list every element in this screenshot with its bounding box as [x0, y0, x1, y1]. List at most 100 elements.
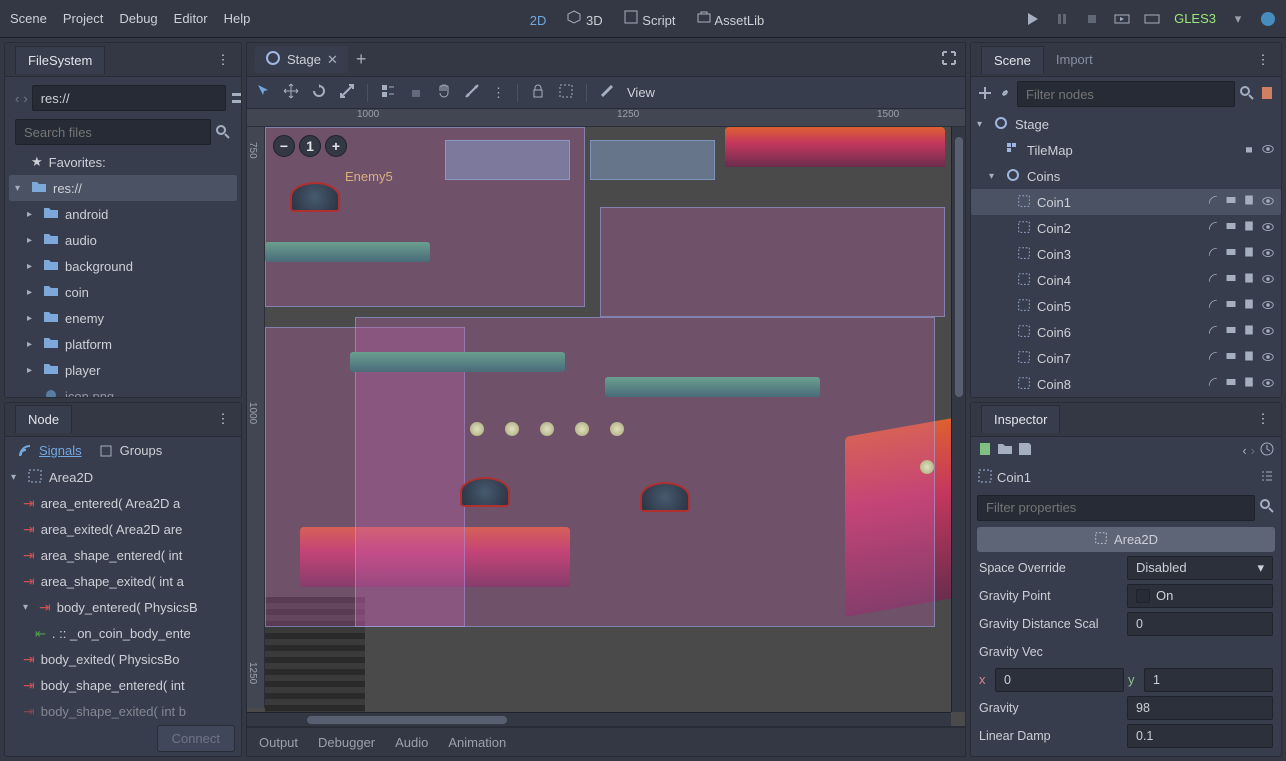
- nav-forward-icon[interactable]: ›: [23, 90, 27, 106]
- script-icon[interactable]: [1243, 194, 1255, 211]
- gravity-distance-input[interactable]: 0: [1127, 612, 1273, 636]
- menu-debug[interactable]: Debug: [119, 11, 157, 26]
- select-tool-icon[interactable]: [255, 83, 271, 102]
- script-icon[interactable]: [1243, 220, 1255, 237]
- coin-node[interactable]: Coin8: [971, 371, 1281, 397]
- path-input[interactable]: [32, 85, 226, 111]
- search-icon[interactable]: [1259, 498, 1275, 517]
- open-scene-icon[interactable]: [1225, 376, 1237, 393]
- filter-properties-input[interactable]: [977, 495, 1255, 521]
- output-tab[interactable]: Output: [259, 735, 298, 750]
- lock-icon[interactable]: [530, 83, 546, 102]
- coin-node[interactable]: Coin5: [971, 293, 1281, 319]
- ruler-tool-icon[interactable]: [464, 83, 480, 102]
- script-icon[interactable]: [1243, 272, 1255, 289]
- coin-node[interactable]: Coin6: [971, 319, 1281, 345]
- nav-back-icon[interactable]: ‹: [15, 90, 19, 106]
- search-icon[interactable]: [1239, 85, 1255, 104]
- gravity-input[interactable]: 98: [1127, 696, 1273, 720]
- coin-node[interactable]: Coin7: [971, 345, 1281, 371]
- inspector-tab[interactable]: Inspector: [981, 405, 1060, 433]
- add-node-icon[interactable]: [977, 85, 993, 104]
- script-icon[interactable]: [1243, 298, 1255, 315]
- open-scene-icon[interactable]: [1225, 324, 1237, 341]
- scene-root[interactable]: ▾Stage: [971, 111, 1281, 137]
- folder-coin[interactable]: ▸coin: [9, 279, 237, 305]
- signal-indicator-icon[interactable]: [1207, 194, 1219, 211]
- zoom-out-button[interactable]: −: [273, 135, 295, 157]
- distraction-free-icon[interactable]: [941, 50, 957, 69]
- signal-row[interactable]: ⇥area_shape_exited( int a: [5, 569, 241, 595]
- script-icon[interactable]: [1243, 324, 1255, 341]
- mode-3d[interactable]: 3D: [566, 9, 602, 28]
- lock-selection-icon[interactable]: [408, 83, 424, 102]
- folder-enemy[interactable]: ▸enemy: [9, 305, 237, 331]
- open-scene-icon[interactable]: [1225, 350, 1237, 367]
- scene-tab[interactable]: Scene: [981, 46, 1044, 74]
- signal-indicator-icon[interactable]: [1207, 350, 1219, 367]
- folder-background[interactable]: ▸background: [9, 253, 237, 279]
- tilemap-node[interactable]: TileMap: [971, 137, 1281, 163]
- coin-node[interactable]: Coin2: [971, 215, 1281, 241]
- script-icon[interactable]: [1243, 350, 1255, 367]
- viewport-canvas[interactable]: 1000 1250 1500 750 1000 1250: [246, 108, 966, 727]
- open-scene-icon[interactable]: [1225, 272, 1237, 289]
- chevron-down-icon[interactable]: ▾: [1230, 11, 1246, 27]
- play-icon[interactable]: [1024, 11, 1040, 27]
- coins-group-node[interactable]: ▾Coins: [971, 163, 1281, 189]
- view-menu[interactable]: View: [627, 85, 655, 100]
- node-tab[interactable]: Node: [15, 405, 72, 433]
- godot-logo-icon[interactable]: [1260, 11, 1276, 27]
- signal-row-expanded[interactable]: ▾⇥body_entered( PhysicsB: [5, 595, 241, 621]
- save-resource-icon[interactable]: [1017, 441, 1033, 460]
- signals-subtab[interactable]: Signals: [17, 443, 82, 459]
- resource-root[interactable]: ▾res://: [9, 175, 237, 201]
- signal-indicator-icon[interactable]: [1207, 246, 1219, 263]
- menu-help[interactable]: Help: [224, 11, 251, 26]
- menu-project[interactable]: Project: [63, 11, 103, 26]
- signal-row[interactable]: ⇥body_shape_exited( int b: [5, 699, 241, 722]
- scale-tool-icon[interactable]: [339, 83, 355, 102]
- folder-platform[interactable]: ▸platform: [9, 331, 237, 357]
- visibility-icon[interactable]: [1261, 272, 1275, 289]
- lock-icon[interactable]: [1243, 142, 1255, 159]
- signal-indicator-icon[interactable]: [1207, 298, 1219, 315]
- visibility-icon[interactable]: [1261, 324, 1275, 341]
- signal-indicator-icon[interactable]: [1207, 220, 1219, 237]
- script-icon[interactable]: [1243, 376, 1255, 393]
- attach-script-icon[interactable]: [1259, 85, 1275, 104]
- signal-class-row[interactable]: ▾Area2D: [5, 465, 241, 491]
- zoom-in-button[interactable]: +: [325, 135, 347, 157]
- gravity-point-checkbox[interactable]: On: [1127, 584, 1273, 608]
- visibility-icon[interactable]: [1261, 220, 1275, 237]
- move-tool-icon[interactable]: [283, 83, 299, 102]
- filesystem-tab[interactable]: FileSystem: [15, 46, 105, 74]
- pause-icon[interactable]: [1054, 11, 1070, 27]
- panel-menu-icon[interactable]: ⋮: [215, 52, 231, 68]
- mode-script[interactable]: Script: [623, 9, 676, 28]
- visibility-icon[interactable]: [1261, 142, 1275, 159]
- gravity-vec-y-input[interactable]: 1: [1144, 668, 1273, 692]
- linear-damp-input[interactable]: 0.1: [1127, 724, 1273, 748]
- filter-nodes-input[interactable]: [1017, 81, 1235, 107]
- signal-row[interactable]: ⇥area_entered( Area2D a: [5, 491, 241, 517]
- visibility-icon[interactable]: [1261, 298, 1275, 315]
- open-scene-icon[interactable]: [1225, 194, 1237, 211]
- canvas-area[interactable]: Enemy5 − 1 +: [265, 127, 965, 708]
- visibility-icon[interactable]: [1261, 350, 1275, 367]
- signal-row[interactable]: ⇥body_shape_entered( int: [5, 673, 241, 699]
- panel-menu-icon[interactable]: ⋮: [215, 411, 231, 427]
- mode-assetlib[interactable]: AssetLib: [696, 9, 765, 28]
- play-custom-icon[interactable]: [1144, 11, 1160, 27]
- favorites-row[interactable]: ★Favorites:: [9, 149, 237, 175]
- search-files-input[interactable]: [15, 119, 211, 145]
- open-scene-icon[interactable]: [1225, 246, 1237, 263]
- zoom-reset-button[interactable]: 1: [299, 135, 321, 157]
- search-icon[interactable]: [215, 124, 231, 140]
- coin-node[interactable]: Coin4: [971, 267, 1281, 293]
- play-scene-icon[interactable]: [1114, 11, 1130, 27]
- signal-indicator-icon[interactable]: [1207, 324, 1219, 341]
- groups-subtab[interactable]: Groups: [98, 443, 163, 459]
- connect-button[interactable]: Connect: [157, 725, 235, 752]
- signal-row[interactable]: ⇥area_shape_entered( int: [5, 543, 241, 569]
